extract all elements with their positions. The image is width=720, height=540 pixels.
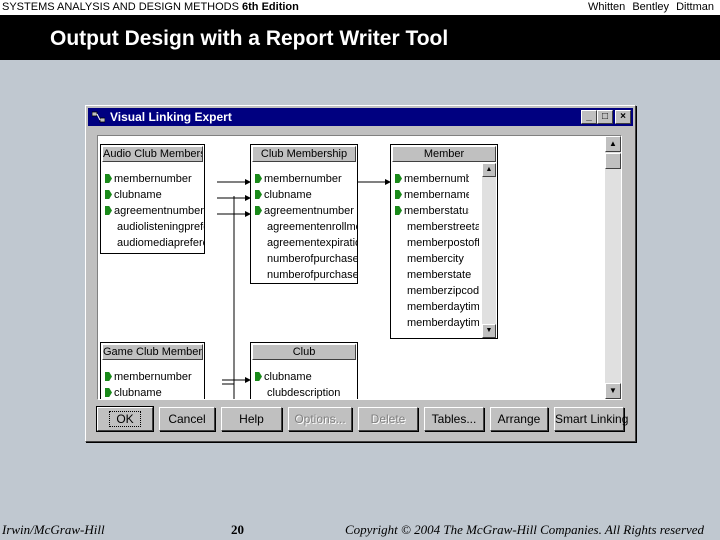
key-icon xyxy=(395,190,402,199)
publisher: Irwin/McGraw-Hill xyxy=(2,522,105,537)
field-key[interactable]: membernumber xyxy=(105,171,192,187)
field[interactable]: agreementenrollmentdate xyxy=(267,219,357,235)
field-key[interactable]: membernumber xyxy=(255,171,342,187)
visual-linking-expert-window: Visual Linking Expert _ □ × Audio Club M… xyxy=(85,105,636,442)
tables-button[interactable]: Tables... xyxy=(424,407,484,431)
field[interactable]: numberofpurchases xyxy=(267,267,357,283)
field[interactable]: memberzipcode xyxy=(407,283,479,299)
scroll-down-icon[interactable]: ▼ xyxy=(605,383,621,399)
edition: 6th Edition xyxy=(242,1,299,13)
table-member[interactable]: Member membernumber membername membersta… xyxy=(390,144,498,339)
cancel-button[interactable]: Cancel xyxy=(159,407,215,431)
field-key[interactable]: agreementnumber xyxy=(255,203,354,219)
field[interactable]: numberofpurchases xyxy=(267,251,357,267)
window-title-bar[interactable]: Visual Linking Expert _ □ × xyxy=(88,108,633,126)
close-button[interactable]: × xyxy=(615,110,631,124)
scroll-up-icon[interactable]: ▲ xyxy=(605,136,621,152)
field-key[interactable]: membernumber xyxy=(395,171,469,187)
key-icon xyxy=(105,174,112,183)
field[interactable]: clubdescription xyxy=(267,385,340,399)
field-key[interactable]: clubname xyxy=(105,385,162,399)
key-icon xyxy=(255,372,262,381)
key-icon xyxy=(255,174,262,183)
scroll-down-icon[interactable]: ▼ xyxy=(482,324,496,338)
help-button[interactable]: Help xyxy=(221,407,282,431)
key-icon xyxy=(105,372,112,381)
field[interactable]: audiomediapreference xyxy=(117,235,204,251)
key-icon xyxy=(395,206,402,215)
field-key[interactable]: membernumber xyxy=(105,369,192,385)
minimize-button[interactable]: _ xyxy=(581,110,597,124)
key-icon xyxy=(105,206,112,215)
scroll-thumb[interactable] xyxy=(605,153,621,169)
table-header[interactable]: Club Membership xyxy=(252,146,356,162)
field-key[interactable]: clubname xyxy=(255,187,312,203)
linking-canvas[interactable]: Audio Club Membership membernumber clubn… xyxy=(97,135,622,400)
options-button[interactable]: Options... xyxy=(288,407,352,431)
app-icon xyxy=(92,111,105,123)
arrange-button[interactable]: Arrange xyxy=(490,407,548,431)
ok-button[interactable]: OK xyxy=(96,406,154,432)
key-icon xyxy=(105,388,112,397)
table-game-club-membership[interactable]: Game Club Membership membernumber clubna… xyxy=(100,342,205,399)
field[interactable]: memberpostoffice xyxy=(407,235,479,251)
field-key[interactable]: memberstatus xyxy=(395,203,469,219)
table-club[interactable]: Club clubname clubdescription xyxy=(250,342,358,399)
field[interactable]: memberstreetaddress xyxy=(407,219,479,235)
scroll-up-icon[interactable]: ▲ xyxy=(482,163,496,177)
key-icon xyxy=(105,190,112,199)
table-audio-club-membership[interactable]: Audio Club Membership membernumber clubn… xyxy=(100,144,205,254)
delete-button[interactable]: Delete xyxy=(358,407,418,431)
course-info: SYSTEMS ANALYSIS AND DESIGN METHODS 6th … xyxy=(2,1,299,13)
key-icon xyxy=(255,190,262,199)
field-key[interactable]: clubname xyxy=(255,369,312,385)
field[interactable]: memberstate xyxy=(407,267,479,283)
maximize-button[interactable]: □ xyxy=(597,110,613,124)
table-header[interactable]: Game Club Membership xyxy=(102,344,203,360)
slide-title: Output Design with a Report Writer Tool xyxy=(50,27,449,50)
table-header[interactable]: Member xyxy=(392,146,496,162)
table-club-membership[interactable]: Club Membership membernumber clubname ag… xyxy=(250,144,358,284)
field[interactable]: memberdaytimephone xyxy=(407,299,479,315)
smart-linking-button[interactable]: Smart Linking xyxy=(554,407,628,431)
field-key[interactable]: agreementnumber xyxy=(105,203,204,219)
field[interactable]: membercity xyxy=(407,251,479,267)
field-key[interactable]: clubname xyxy=(105,187,162,203)
page-number: 20 xyxy=(231,522,244,537)
slide-title-bar: Output Design with a Report Writer Tool xyxy=(0,15,720,60)
table-header[interactable]: Audio Club Membership xyxy=(102,146,203,162)
table-scrollbar[interactable]: ▲ ▼ xyxy=(482,163,496,338)
course-name: SYSTEMS ANALYSIS AND DESIGN METHODS xyxy=(2,1,239,13)
key-icon xyxy=(255,206,262,215)
key-icon xyxy=(395,174,402,183)
field[interactable]: agreementexpirationdate xyxy=(267,235,357,251)
canvas-scrollbar[interactable]: ▲ ▼ xyxy=(605,136,621,399)
window-caption: Visual Linking Expert xyxy=(110,110,232,124)
table-header[interactable]: Club xyxy=(252,344,356,360)
field-key[interactable]: membername xyxy=(395,187,469,203)
copyright: Copyright © 2004 The McGraw-Hill Compani… xyxy=(345,522,705,537)
slide-top-bar: SYSTEMS ANALYSIS AND DESIGN METHODS 6th … xyxy=(0,0,720,15)
authors: Whitten Bentley Dittman xyxy=(588,1,714,13)
field[interactable]: memberdaytimephone xyxy=(407,315,479,331)
field[interactable]: audiolisteningpreference xyxy=(117,219,204,235)
